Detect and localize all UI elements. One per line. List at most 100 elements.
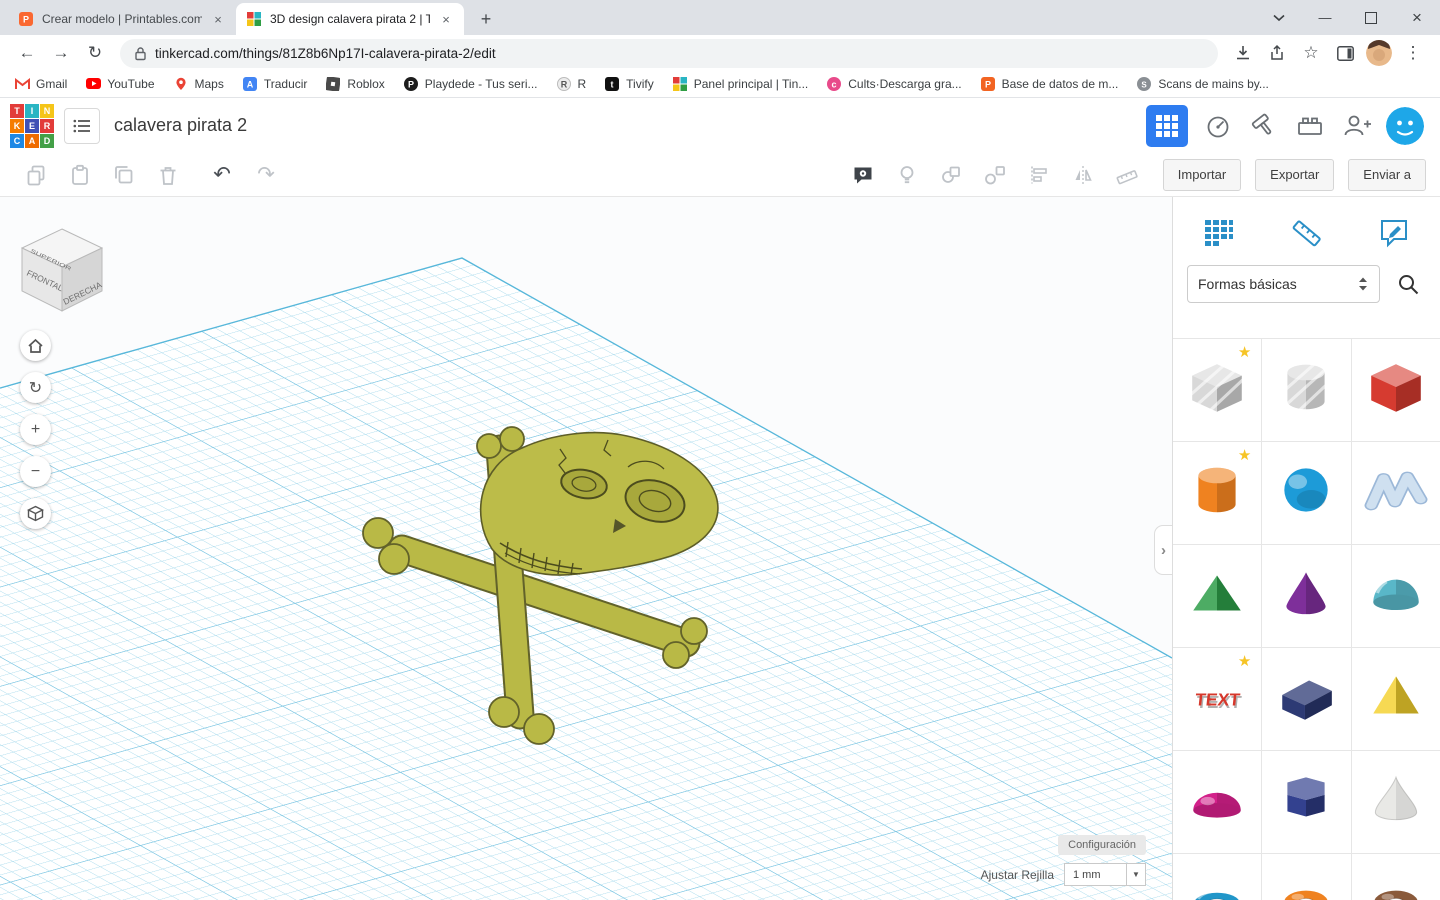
gauge-icon: [1204, 112, 1232, 140]
shape-cylinder[interactable]: ★: [1173, 442, 1261, 544]
bookmark-r-circle[interactable]: RR: [556, 76, 587, 92]
tab-printables[interactable]: P Crear modelo | Printables.com ×: [8, 3, 236, 35]
download-icon[interactable]: [1228, 38, 1258, 68]
box-icon: [1364, 355, 1428, 419]
nav-build[interactable]: [1248, 110, 1280, 142]
shape-wedge[interactable]: [1262, 648, 1350, 750]
browser-navbar: ← → ↻ tinkercad.com/things/81Z8b6Np17I-c…: [0, 35, 1440, 71]
zoom-out-button[interactable]: −: [20, 456, 51, 487]
bookmark-roblox[interactable]: Roblox: [325, 76, 384, 92]
ruler-panel-icon[interactable]: [1287, 213, 1327, 253]
align-button[interactable]: [1017, 158, 1061, 192]
ruler-tool-button[interactable]: [1105, 158, 1149, 192]
shape-dome[interactable]: [1352, 545, 1440, 647]
shape-box[interactable]: [1352, 339, 1440, 441]
shape-torus[interactable]: [1173, 854, 1261, 900]
account-avatar[interactable]: [1386, 107, 1424, 145]
browser-menu-icon[interactable]: ⋮: [1398, 38, 1428, 68]
bookmark-star-icon[interactable]: ☆: [1296, 38, 1326, 68]
reload-button[interactable]: ↻: [80, 38, 110, 68]
shape-paraboloid[interactable]: [1352, 751, 1440, 853]
shape-list-scroll[interactable]: ★ ★ TEXTTEXT★: [1173, 338, 1440, 900]
grid-config-button[interactable]: Configuración: [1058, 835, 1146, 855]
bookmark-cults[interactable]: cCults·Descarga gra...: [826, 76, 961, 92]
back-button[interactable]: ←: [12, 38, 42, 68]
sphere-icon: [1274, 458, 1338, 522]
bookmark-tivify[interactable]: tTivify: [604, 76, 654, 92]
design-title[interactable]: calavera pirata 2: [114, 115, 247, 136]
tab-search-chevron-icon[interactable]: [1256, 0, 1302, 35]
ungroup-button[interactable]: [973, 158, 1017, 192]
paste-button[interactable]: [58, 158, 102, 192]
shape-search-button[interactable]: [1390, 266, 1426, 302]
browser-profile-avatar[interactable]: [1366, 40, 1392, 66]
bookmark-tinkercad-mini[interactable]: Panel principal | Tin...: [672, 76, 809, 92]
tab-tinkercad[interactable]: 3D design calavera pirata 2 | Tin ×: [236, 3, 464, 35]
duplicate-button[interactable]: [102, 158, 146, 192]
bookmark-translate[interactable]: ATraducir: [242, 76, 308, 92]
redo-button[interactable]: ↷: [244, 158, 288, 192]
shape-text[interactable]: TEXTTEXT★: [1173, 648, 1261, 750]
import-button[interactable]: Importar: [1163, 159, 1241, 191]
bookmark-youtube[interactable]: YouTube: [85, 76, 154, 92]
shape-cone[interactable]: [1262, 545, 1350, 647]
shape-roof[interactable]: [1173, 545, 1261, 647]
minimize-button[interactable]: —: [1302, 0, 1348, 35]
view-cube[interactable]: SUPERIOR FRONTAL DERECHA: [16, 223, 108, 320]
model-skull-crossbones[interactable]: [0, 197, 1172, 900]
3d-canvas[interactable]: SUPERIOR FRONTAL DERECHA ↻ + − ›: [0, 197, 1172, 900]
nav-3d-designs[interactable]: [1146, 105, 1188, 147]
nav-bricks[interactable]: [1294, 110, 1326, 142]
wedge-icon: [1274, 664, 1338, 728]
address-bar[interactable]: tinkercad.com/things/81Z8b6Np17I-calaver…: [120, 39, 1218, 68]
shape-scribble[interactable]: [1352, 442, 1440, 544]
perspective-toggle-button[interactable]: [20, 498, 51, 529]
nav-circuits[interactable]: [1202, 110, 1234, 142]
export-button[interactable]: Exportar: [1255, 159, 1334, 191]
bookmark-printables-orange[interactable]: PBase de datos de m...: [980, 76, 1119, 92]
shape-sphere[interactable]: [1262, 442, 1350, 544]
notes-panel-icon[interactable]: [1374, 213, 1414, 253]
home-view-button[interactable]: [20, 330, 51, 361]
snap-grid-select[interactable]: 1 mm ▼: [1064, 863, 1146, 886]
close-button[interactable]: ×: [1394, 0, 1440, 35]
design-menu-button[interactable]: [64, 108, 100, 144]
group-button[interactable]: [929, 158, 973, 192]
bookmark-gmail[interactable]: Gmail: [14, 76, 67, 92]
bookmark-playdede[interactable]: PPlaydede - Tus seri...: [403, 76, 538, 92]
tab-close-icon[interactable]: ×: [210, 11, 226, 27]
zoom-in-button[interactable]: +: [20, 414, 51, 445]
shape-tube[interactable]: [1352, 854, 1440, 900]
tab-title: Crear modelo | Printables.com: [42, 12, 202, 26]
shape-pyramid[interactable]: [1352, 648, 1440, 750]
mirror-button[interactable]: [1061, 158, 1105, 192]
bookmark-maps[interactable]: Maps: [173, 76, 224, 92]
shape-category-select[interactable]: Formas básicas: [1187, 265, 1380, 303]
notes-comment-button[interactable]: [841, 158, 885, 192]
bookmark-scans[interactable]: SScans de mains by...: [1136, 76, 1269, 92]
forward-button[interactable]: →: [46, 38, 76, 68]
shapes-grid-view-icon[interactable]: [1199, 213, 1239, 253]
share-icon[interactable]: [1262, 38, 1292, 68]
shape-torus-thick[interactable]: [1262, 854, 1350, 900]
fit-view-button[interactable]: ↻: [20, 372, 51, 403]
send-button[interactable]: Enviar a: [1348, 159, 1426, 191]
delete-button[interactable]: [146, 158, 190, 192]
tab-close-icon[interactable]: ×: [438, 11, 454, 27]
maximize-button[interactable]: [1348, 0, 1394, 35]
invite-person-icon[interactable]: [1340, 110, 1372, 142]
panel-collapse-handle[interactable]: ›: [1154, 525, 1172, 575]
side-panel-icon[interactable]: [1330, 38, 1360, 68]
shape-cylinder-hole[interactable]: [1262, 339, 1350, 441]
copy-button[interactable]: [14, 158, 58, 192]
favorite-star-icon: ★: [1238, 343, 1251, 361]
new-tab-button[interactable]: +: [472, 5, 500, 33]
shape-half-sphere[interactable]: [1173, 751, 1261, 853]
tips-lightbulb-button[interactable]: [885, 158, 929, 192]
tinkercad-logo[interactable]: TIN KER CAD: [10, 104, 54, 148]
shape-box-hole[interactable]: ★: [1173, 339, 1261, 441]
half-sphere-icon: [1185, 767, 1249, 831]
undo-button[interactable]: ↶: [200, 158, 244, 192]
main-area: SUPERIOR FRONTAL DERECHA ↻ + − ›: [0, 197, 1440, 900]
shape-polygon[interactable]: [1262, 751, 1350, 853]
